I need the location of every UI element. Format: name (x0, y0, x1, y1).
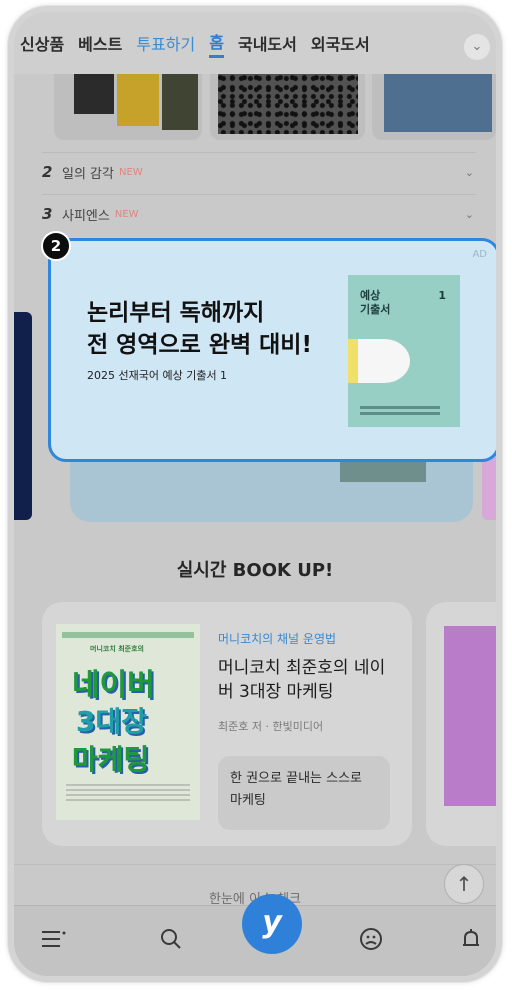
arrow-up-icon: ↑ (455, 872, 473, 896)
ad-label: AD (472, 249, 487, 260)
next-book-card[interactable] (426, 602, 496, 846)
book-thumbnail[interactable] (54, 74, 202, 140)
profile-icon (360, 928, 382, 950)
new-badge: NEW (118, 166, 143, 178)
bottom-navigation: y (14, 894, 496, 976)
book-tag: 머니코치의 채널 운영법 (218, 632, 337, 646)
menu-button[interactable] (36, 922, 70, 956)
phone-frame: 신상품 베스트 투표하기 홈 국내도서 외국도서 ⌄ 2 일의 감각 NEW ⌄… (8, 6, 502, 982)
ad-headline: 논리부터 독해까지 전 영역으로 완벽 대비! (87, 300, 312, 358)
cover-subtitle: 머니코치 최준호의 (90, 645, 144, 653)
rank-number: 2 (42, 163, 53, 181)
tab-domestic-books[interactable]: 국내도서 (238, 31, 297, 55)
chevron-down-icon: ⌄ (471, 39, 483, 54)
book-quote: 한 권으로 끝내는 스스로 마케팅 (218, 756, 390, 830)
top-tab-bar: 신상품 베스트 투표하기 홈 국내도서 외국도서 (14, 12, 496, 74)
book-cover: 머니코치 최준호의 네이버 3대장 마케팅 (56, 624, 200, 820)
book-title: 머니코치 최준호의 네이버 3대장 마케팅 (218, 658, 386, 702)
cover-word: 네이버 (72, 668, 155, 703)
book-up-card[interactable]: 머니코치 최준호의 네이버 3대장 마케팅 머니코치의 채널 운영법 머니코치 … (42, 602, 412, 846)
scroll-top-button[interactable]: ↑ (444, 864, 484, 904)
tabs-more-button[interactable]: ⌄ (464, 34, 490, 60)
book-thumbnail-row (14, 74, 496, 142)
ranking-row[interactable]: 3 사피엔스 NEW ⌄ (42, 194, 476, 233)
my-page-button[interactable] (354, 922, 388, 956)
tab-best[interactable]: 베스트 (78, 31, 122, 55)
cover-word: 3대장 (76, 705, 148, 738)
tab-home[interactable]: 홈 (209, 29, 224, 58)
cover-number: 1 (438, 289, 446, 302)
ad-book-cover: 예상 기출서 1 (348, 275, 460, 427)
book-thumbnail[interactable] (372, 74, 496, 140)
banner-peek-left (14, 312, 32, 520)
tab-foreign-books[interactable]: 외국도서 (311, 31, 370, 55)
chevron-down-icon[interactable]: ⌄ (465, 208, 474, 221)
book-thumbnail[interactable] (210, 74, 365, 140)
book-author: 최준호 저 · 한빛미디어 (218, 720, 324, 733)
search-button[interactable] (154, 922, 188, 956)
menu-icon (42, 931, 66, 947)
search-icon (161, 929, 181, 949)
home-logo-icon[interactable]: y (242, 894, 302, 954)
tab-new-arrivals[interactable]: 신상품 (20, 31, 64, 55)
bell-icon (463, 929, 479, 946)
screen: 신상품 베스트 투표하기 홈 국내도서 외국도서 ⌄ 2 일의 감각 NEW ⌄… (14, 12, 496, 976)
step-badge: 2 (41, 231, 71, 261)
tab-vote[interactable]: 투표하기 (136, 31, 195, 55)
cover-word: 마케팅 (72, 743, 150, 776)
rank-number: 3 (42, 205, 53, 223)
book-title: 사피엔스 (62, 208, 110, 224)
new-badge: NEW (114, 208, 139, 220)
ad-subline: 2025 선재국어 예상 기출서 1 (87, 369, 228, 382)
book-title: 일의 감각 (62, 166, 114, 182)
ranking-row[interactable]: 2 일의 감각 NEW ⌄ (42, 152, 476, 191)
divider (14, 864, 496, 865)
ad-popup-banner[interactable]: 2 AD 논리부터 독해까지 전 영역으로 완벽 대비! 2025 선재국어 예… (41, 231, 496, 462)
cover-title: 예상 기출서 (360, 289, 391, 316)
notifications-button[interactable] (454, 922, 488, 956)
section-title: 실시간 BOOK UP! (176, 560, 334, 581)
book-cover (444, 626, 496, 806)
chevron-down-icon[interactable]: ⌄ (465, 166, 474, 179)
